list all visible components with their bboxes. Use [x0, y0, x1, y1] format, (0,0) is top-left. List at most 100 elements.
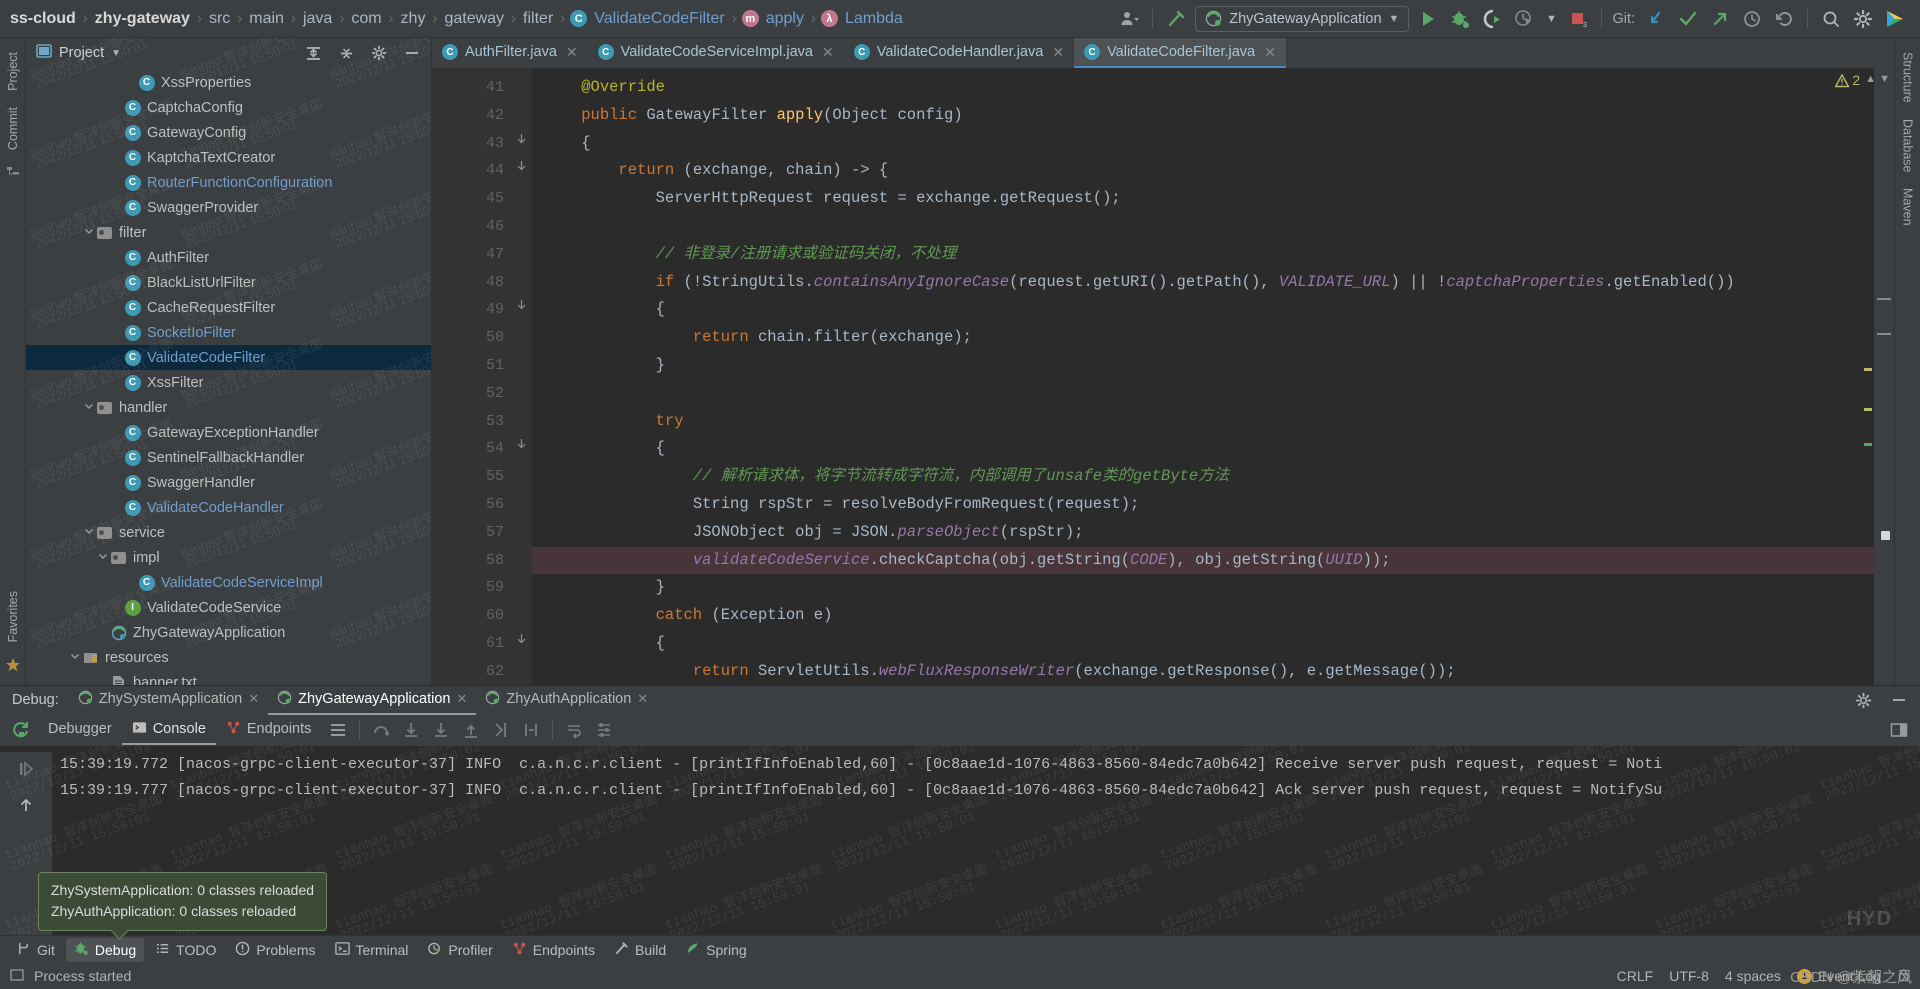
- tree-node-resources[interactable]: resources: [26, 645, 431, 670]
- force-step-into-icon[interactable]: [428, 717, 454, 743]
- editor-tab-validatecodehandler-java[interactable]: CValidateCodeHandler.java✕: [844, 38, 1074, 68]
- tree-node-validatecodeservice[interactable]: IValidateCodeService: [26, 595, 431, 620]
- run-with-coverage-icon[interactable]: [1479, 6, 1505, 32]
- gear-icon[interactable]: [1850, 6, 1876, 32]
- code-line[interactable]: JSONObject obj = JSON.parseObject(rspStr…: [532, 519, 1894, 547]
- fold-toggle[interactable]: [510, 296, 532, 324]
- tree-node-blacklisturlfilter[interactable]: CBlackListUrlFilter: [26, 270, 431, 295]
- git-update-icon[interactable]: [1643, 6, 1669, 32]
- git-rollback-icon[interactable]: [1771, 6, 1797, 32]
- chevron-up-icon[interactable]: ▲: [1865, 73, 1876, 85]
- code-line[interactable]: return (exchange, chain) -> {: [532, 157, 1894, 185]
- bottom-tab-debug[interactable]: Debug: [66, 938, 144, 962]
- code-line[interactable]: return ServletUtils.webFluxResponseWrite…: [532, 658, 1894, 685]
- line-number[interactable]: 47: [432, 241, 510, 269]
- tree-node-authfilter[interactable]: CAuthFilter: [26, 245, 431, 270]
- debug-icon[interactable]: [1447, 6, 1473, 32]
- line-number[interactable]: 49: [432, 296, 510, 324]
- code-line[interactable]: // 解析请求体，将字节流转成字符流，内部调用了unsafe类的getByte方…: [532, 463, 1894, 491]
- tree-node-gatewayconfig[interactable]: CGatewayConfig: [26, 120, 431, 145]
- debug-session-tab-zhygatewayapplication[interactable]: ZhyGatewayApplication✕: [268, 686, 476, 715]
- line-number[interactable]: 46: [432, 213, 510, 241]
- tree-node-swaggerprovider[interactable]: CSwaggerProvider: [26, 195, 431, 220]
- tree-node-kaptchatextcreator[interactable]: CKaptchaTextCreator: [26, 145, 431, 170]
- code-line[interactable]: {: [532, 630, 1894, 658]
- search-icon[interactable]: [1818, 6, 1844, 32]
- line-number[interactable]: 59: [432, 574, 510, 602]
- close-icon[interactable]: ✕: [248, 691, 259, 707]
- evaluate-icon[interactable]: [518, 717, 544, 743]
- editor-tab-validatecodefilter-java[interactable]: CValidateCodeFilter.java✕: [1074, 38, 1286, 68]
- bottom-tab-terminal[interactable]: Terminal: [327, 938, 417, 962]
- encoding-widget[interactable]: UTF-8: [1669, 968, 1709, 984]
- star-icon[interactable]: [5, 657, 21, 678]
- tree-node-validatecodefilter[interactable]: CValidateCodeFilter: [26, 345, 431, 370]
- bottom-tab-endpoints[interactable]: Endpoints: [504, 938, 603, 962]
- bottom-tab-spring[interactable]: Spring: [677, 938, 754, 962]
- chevron-down-icon[interactable]: [82, 226, 96, 239]
- close-icon[interactable]: ✕: [456, 691, 467, 707]
- breadcrumb-item-main[interactable]: main: [247, 10, 286, 28]
- rail-tab-database[interactable]: Database: [1897, 111, 1919, 181]
- code-line[interactable]: catch (Exception e): [532, 602, 1894, 630]
- gear-icon[interactable]: [1850, 687, 1876, 713]
- breadcrumb-item-com[interactable]: com: [349, 10, 383, 28]
- line-number[interactable]: 41: [432, 74, 510, 102]
- breadcrumb-item-zhy-gateway[interactable]: zhy-gateway: [93, 10, 192, 28]
- step-over-icon[interactable]: [368, 717, 394, 743]
- warning-indicator[interactable]: 2: [1835, 73, 1860, 88]
- breadcrumb-item-lambda[interactable]: λLambda: [821, 10, 905, 28]
- scroll-up-icon[interactable]: [13, 792, 39, 818]
- expand-all-icon[interactable]: [300, 40, 326, 66]
- code-folding-column[interactable]: [510, 68, 532, 685]
- fold-toggle[interactable]: [510, 630, 532, 658]
- chevron-down-icon[interactable]: [82, 526, 96, 539]
- line-number[interactable]: 61: [432, 630, 510, 658]
- code-line[interactable]: {: [532, 130, 1894, 158]
- debug-subtab-console[interactable]: Console: [122, 716, 216, 745]
- code-line[interactable]: {: [532, 296, 1894, 324]
- git-history-icon[interactable]: [1739, 6, 1765, 32]
- code-line[interactable]: ServerHttpRequest request = exchange.get…: [532, 185, 1894, 213]
- layout-icon[interactable]: [325, 717, 351, 743]
- code-line[interactable]: // 非登录/注册请求或验证码关闭，不处理: [532, 241, 1894, 269]
- debug-subtab-endpoints[interactable]: Endpoints: [216, 716, 322, 745]
- source-code[interactable]: @Override public GatewayFilter apply(Obj…: [532, 68, 1894, 685]
- breadcrumb-item-filter[interactable]: filter: [521, 10, 555, 28]
- chevron-down-icon[interactable]: ▼: [111, 48, 121, 59]
- hide-icon[interactable]: [399, 40, 425, 66]
- tree-node-swaggerhandler[interactable]: CSwaggerHandler: [26, 470, 431, 495]
- breadcrumb-item-ss-cloud[interactable]: ss-cloud: [8, 10, 78, 28]
- ide-logo-icon[interactable]: [1882, 6, 1908, 32]
- line-number[interactable]: 52: [432, 380, 510, 408]
- tree-node-zhygatewayapplication[interactable]: ZhyGatewayApplication: [26, 620, 431, 645]
- line-number[interactable]: 56: [432, 491, 510, 519]
- split-view-icon[interactable]: [1886, 717, 1912, 743]
- close-icon[interactable]: ✕: [637, 691, 648, 707]
- tree-node-impl[interactable]: impl: [26, 545, 431, 570]
- close-icon[interactable]: ✕: [566, 44, 578, 61]
- line-number[interactable]: 62: [432, 658, 510, 685]
- line-number[interactable]: 45: [432, 185, 510, 213]
- tree-node-handler[interactable]: handler: [26, 395, 431, 420]
- tree-node-routerfunctionconfiguration[interactable]: CRouterFunctionConfiguration: [26, 170, 431, 195]
- debug-subtab-debugger[interactable]: Debugger: [38, 717, 122, 743]
- soft-wrap-icon[interactable]: [561, 717, 587, 743]
- code-line[interactable]: @Override: [532, 74, 1894, 102]
- rail-tab-commit[interactable]: Commit: [2, 99, 24, 158]
- debug-session-tab-zhysystemapplication[interactable]: ZhySystemApplication✕: [69, 686, 268, 715]
- code-line[interactable]: if (!StringUtils.containsAnyIgnoreCase(r…: [532, 269, 1894, 297]
- close-icon[interactable]: ✕: [1052, 44, 1064, 61]
- tree-node-gatewayexceptionhandler[interactable]: CGatewayExceptionHandler: [26, 420, 431, 445]
- editor-tab-authfilter-java[interactable]: CAuthFilter.java✕: [432, 38, 588, 68]
- hammer-icon[interactable]: [1163, 6, 1189, 32]
- run-configuration-selector[interactable]: ZhyGatewayApplication ▼: [1195, 6, 1409, 32]
- line-number[interactable]: 57: [432, 519, 510, 547]
- tree-node-filter[interactable]: filter: [26, 220, 431, 245]
- step-into-icon[interactable]: [398, 717, 424, 743]
- code-line[interactable]: }: [532, 352, 1894, 380]
- tree-node-banner-txt[interactable]: banner.txt: [26, 670, 431, 685]
- line-number[interactable]: 51: [432, 352, 510, 380]
- settings-icon[interactable]: [591, 717, 617, 743]
- code-line[interactable]: public GatewayFilter apply(Object config…: [532, 102, 1894, 130]
